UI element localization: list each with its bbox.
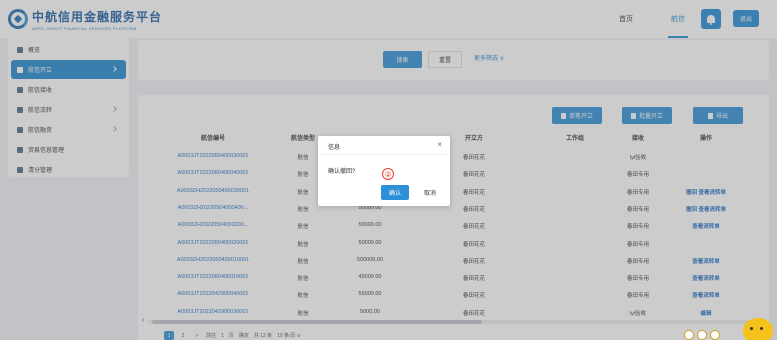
mascot-icon[interactable] (743, 318, 773, 340)
step-marker: ② (382, 168, 394, 180)
divider (318, 154, 450, 155)
confirm-dialog: 信息 × 确认撤回? ② 确认 取消 (318, 136, 450, 206)
close-icon[interactable]: × (437, 140, 442, 149)
floating-tools (684, 330, 723, 340)
tool-icon[interactable] (697, 330, 707, 340)
confirm-button[interactable]: 确认 (381, 185, 409, 200)
tool-icon[interactable] (684, 330, 694, 340)
tool-icon[interactable] (710, 330, 720, 340)
dialog-title: 信息 (328, 145, 341, 151)
cancel-button[interactable]: 取消 (416, 185, 444, 200)
dialog-message: 确认撤回? (328, 169, 356, 175)
